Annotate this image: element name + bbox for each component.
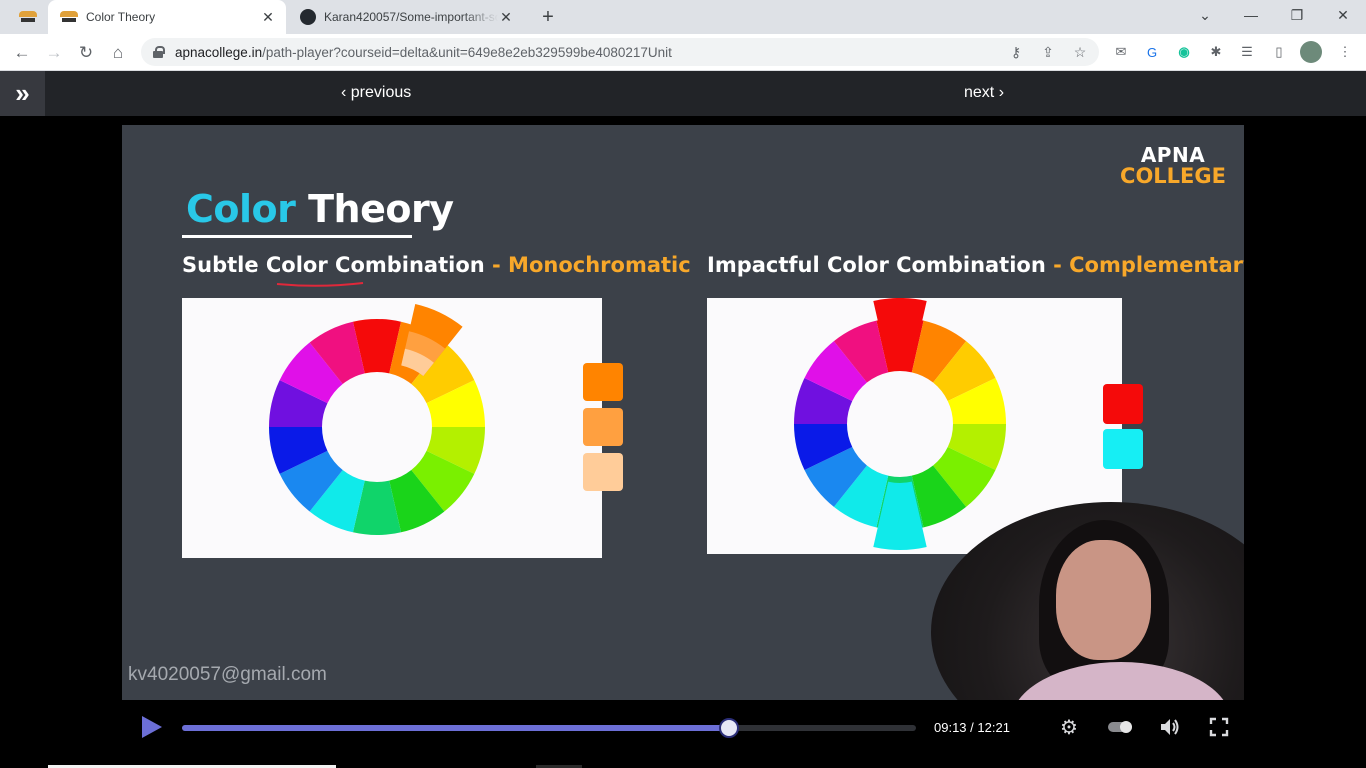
key-icon[interactable]: ⚷ [1005,41,1027,63]
double-chevron-right-icon[interactable]: » [0,71,45,116]
tab-color-theory[interactable]: Color Theory ✕ [48,0,286,34]
close-tab-icon[interactable]: ✕ [498,9,514,26]
reload-icon[interactable]: ↻ [73,40,99,66]
lock-icon [153,46,165,58]
slide-title: Color Theory [186,187,454,231]
video-frame[interactable]: Color Theory APNA COLLEGE Subtle Color C… [122,125,1244,700]
kebab-menu-icon[interactable]: ⋮ [1334,41,1356,63]
forward-icon[interactable]: → [41,40,67,66]
mono-swatch-3 [583,453,623,491]
play-icon[interactable] [138,714,164,740]
right-heading: Impactful Color Combination - Complement… [707,253,1244,277]
monochromatic-card [182,298,602,558]
gear-icon[interactable]: ⚙ [1057,715,1081,739]
browser-toolbar: ← → ↻ ⌂ apnacollege.in/path-player?cours… [0,34,1366,71]
address-bar[interactable]: apnacollege.in/path-player?courseid=delt… [141,38,1099,66]
share-icon[interactable]: ⇪ [1037,41,1059,63]
mono-swatch-1 [583,363,623,401]
speaker-icon[interactable] [1158,715,1182,739]
reading-list-icon[interactable]: ☰ [1236,41,1258,63]
back-icon[interactable]: ← [9,40,35,66]
next-link[interactable]: next › [964,71,1004,116]
email-watermark: kv4020057@gmail.com [128,664,327,685]
restore-icon[interactable]: ❐ [1274,0,1320,30]
apna-college-logo: APNA COLLEGE [1120,143,1226,188]
mono-swatch-2 [583,408,623,446]
progress-fill [182,725,729,731]
close-tab-icon[interactable]: ✕ [260,9,276,26]
url-text: apnacollege.in/path-player?courseid=delt… [175,44,672,60]
toggle-icon[interactable] [1106,715,1134,739]
bookmark-star-icon[interactable]: ☆ [1069,41,1091,63]
red-annotation-underline [276,282,364,287]
progress-scrubber[interactable] [718,718,739,738]
apna-favicon-icon [19,11,37,23]
grammarly-extension-icon[interactable]: ◉ [1173,41,1195,63]
extensions-puzzle-icon[interactable]: ✱ [1205,41,1227,63]
tab-pinned-apna[interactable] [8,0,48,34]
side-panel-icon[interactable]: ▯ [1268,41,1290,63]
github-favicon-icon [300,9,316,25]
tab-title: Color Theory [86,10,156,24]
profile-avatar[interactable] [1300,41,1322,63]
new-tab-icon[interactable]: + [537,5,559,29]
progress-bar[interactable] [182,718,916,738]
title-underline [182,235,412,238]
previous-link[interactable]: ‹ previous [341,71,411,116]
comp-swatch-2 [1103,429,1143,469]
tab-strip: Color Theory ✕ Karan420057/Some-importan… [0,0,1366,34]
home-icon[interactable]: ⌂ [105,40,131,66]
tab-title: Karan420057/Some-important-sc [324,10,498,24]
apna-favicon-icon [60,11,78,23]
gmail-extension-icon[interactable]: ✉ [1110,41,1132,63]
tab-github[interactable]: Karan420057/Some-important-sc ✕ [290,0,522,34]
monochromatic-color-wheel [269,303,485,535]
left-heading: Subtle Color Combination - Monochromatic [182,253,691,277]
close-window-icon[interactable]: ✕ [1320,0,1366,30]
player-controls: 09:13 / 12:21 ⚙ [0,700,1366,768]
fullscreen-icon[interactable] [1207,715,1231,739]
minimize-icon[interactable]: — [1228,0,1274,30]
player-nav-bar: » ‹ previous next › [0,71,1366,116]
translate-extension-icon[interactable]: G [1141,41,1163,63]
time-display: 09:13 / 12:21 [934,720,1010,735]
comp-swatch-1 [1103,384,1143,424]
tab-search-chevron-icon[interactable]: ⌄ [1182,0,1228,30]
